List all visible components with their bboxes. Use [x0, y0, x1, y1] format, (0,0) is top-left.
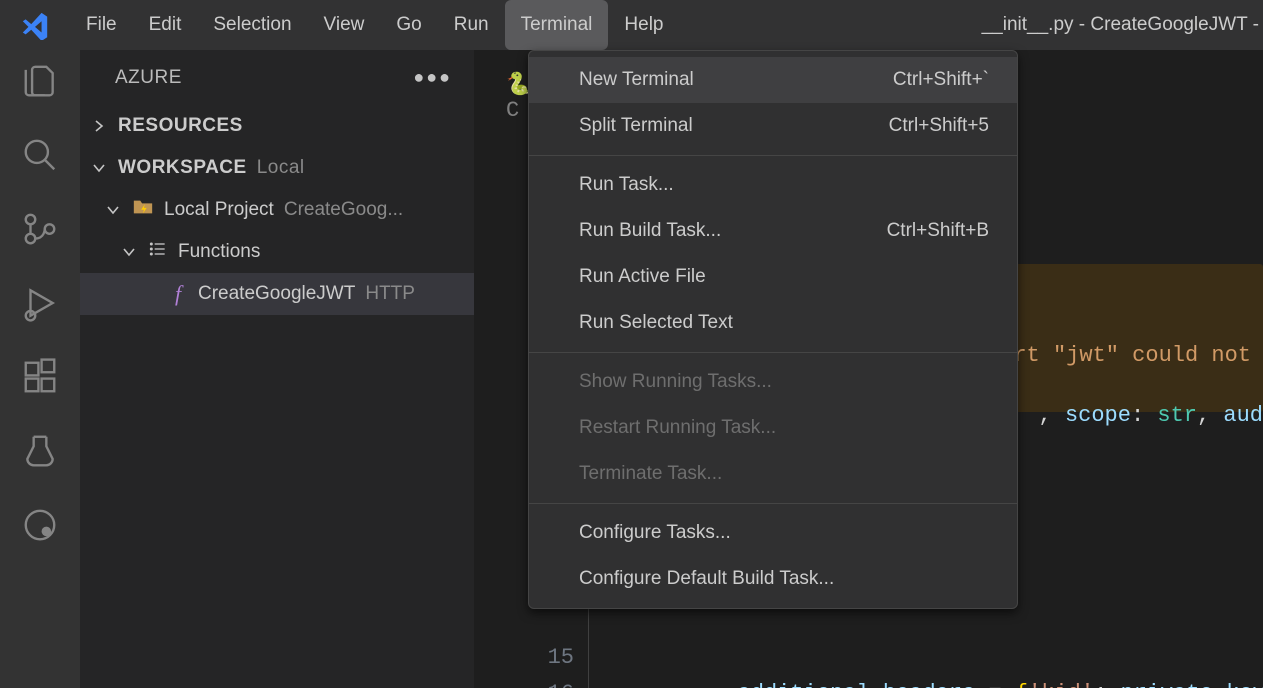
chevron-down-icon	[104, 202, 122, 218]
keyboard-shortcut: Ctrl+Shift+B	[887, 220, 989, 242]
menu-label: New Terminal	[579, 69, 694, 91]
menu-label: Restart Running Task...	[579, 417, 776, 439]
extensions-icon[interactable]	[21, 358, 59, 402]
menu-split-terminal[interactable]: Split Terminal Ctrl+Shift+5	[529, 103, 1017, 149]
menu-show-running-tasks: Show Running Tasks...	[529, 359, 1017, 405]
menu-separator	[529, 352, 1017, 353]
code-line-16: signed_jwt = encode(payload, private_key…	[632, 676, 1263, 688]
workspace-tag: Local	[257, 157, 305, 179]
chevron-right-icon	[90, 118, 108, 134]
keyboard-shortcut: Ctrl+Shift+`	[893, 69, 989, 91]
titlebar: File Edit Selection View Go Run Terminal…	[0, 0, 1263, 50]
menu-view[interactable]: View	[308, 0, 381, 50]
more-actions-icon[interactable]: ●●●	[413, 67, 452, 88]
menu-run-selected-text[interactable]: Run Selected Text	[529, 300, 1017, 346]
window-title: __init__.py - CreateGoogleJWT -	[982, 14, 1263, 36]
menu-help[interactable]: Help	[608, 0, 679, 50]
menu-label: Run Task...	[579, 174, 674, 196]
function-trigger: HTTP	[365, 283, 415, 305]
menu-separator	[529, 155, 1017, 156]
resources-label: RESOURCES	[118, 115, 243, 137]
sidebar-title: AZURE	[115, 67, 182, 89]
menu-label: Run Selected Text	[579, 312, 733, 334]
keyboard-shortcut: Ctrl+Shift+5	[889, 115, 989, 137]
azure-icon[interactable]	[21, 506, 59, 550]
menu-label: Split Terminal	[579, 115, 693, 137]
menu-label: Configure Default Build Task...	[579, 568, 834, 590]
menu-label: Terminate Task...	[579, 463, 722, 485]
menu-edit[interactable]: Edit	[133, 0, 198, 50]
tree-workspace[interactable]: WORKSPACE Local	[80, 147, 474, 189]
menu-separator	[529, 503, 1017, 504]
local-project-label: Local Project	[164, 199, 274, 221]
menubar: File Edit Selection View Go Run Terminal…	[70, 0, 680, 50]
run-debug-icon[interactable]	[21, 284, 59, 328]
tree-resources[interactable]: RESOURCES	[80, 105, 474, 147]
vscode-logo-icon	[0, 10, 70, 40]
explorer-icon[interactable]	[21, 62, 59, 106]
tree-local-project[interactable]: Local Project CreateGoog...	[80, 189, 474, 231]
menu-label: Configure Tasks...	[579, 522, 731, 544]
menu-label: Run Build Task...	[579, 220, 721, 242]
function-icon: f	[168, 281, 188, 307]
function-name: CreateGoogleJWT	[198, 283, 355, 305]
local-project-tag: CreateGoog...	[284, 199, 403, 221]
menu-new-terminal[interactable]: New Terminal Ctrl+Shift+`	[529, 57, 1017, 103]
sidebar: AZURE ●●● RESOURCES WORKSPACE Local Loca…	[80, 50, 474, 688]
menu-run[interactable]: Run	[438, 0, 505, 50]
menu-configure-tasks[interactable]: Configure Tasks...	[529, 510, 1017, 556]
menu-selection[interactable]: Selection	[197, 0, 307, 50]
tree-functions[interactable]: Functions	[80, 231, 474, 273]
list-icon	[148, 239, 168, 265]
menu-run-task[interactable]: Run Task...	[529, 162, 1017, 208]
chevron-down-icon	[90, 160, 108, 176]
menu-label: Show Running Tasks...	[579, 371, 772, 393]
workspace-label: WORKSPACE	[118, 157, 247, 179]
menu-terminal[interactable]: Terminal	[505, 0, 609, 50]
chevron-down-icon	[120, 244, 138, 260]
menu-run-active-file[interactable]: Run Active File	[529, 254, 1017, 300]
menu-run-build-task[interactable]: Run Build Task... Ctrl+Shift+B	[529, 208, 1017, 254]
terminal-dropdown: New Terminal Ctrl+Shift+` Split Terminal…	[528, 50, 1018, 609]
menu-restart-running-task: Restart Running Task...	[529, 405, 1017, 451]
source-control-icon[interactable]	[21, 210, 59, 254]
menu-configure-default-build-task[interactable]: Configure Default Build Task...	[529, 556, 1017, 602]
tree-func-item[interactable]: f CreateGoogleJWT HTTP	[80, 273, 474, 315]
functions-label: Functions	[178, 241, 260, 263]
folder-lightning-icon	[132, 196, 154, 224]
search-icon[interactable]	[21, 136, 59, 180]
menu-go[interactable]: Go	[380, 0, 437, 50]
activity-bar	[0, 50, 80, 688]
testing-icon[interactable]	[21, 432, 59, 476]
line-number: 16	[474, 676, 574, 688]
menu-label: Run Active File	[579, 266, 706, 288]
menu-terminate-task: Terminate Task...	[529, 451, 1017, 497]
menu-file[interactable]: File	[70, 0, 133, 50]
line-number: 15	[474, 640, 574, 676]
